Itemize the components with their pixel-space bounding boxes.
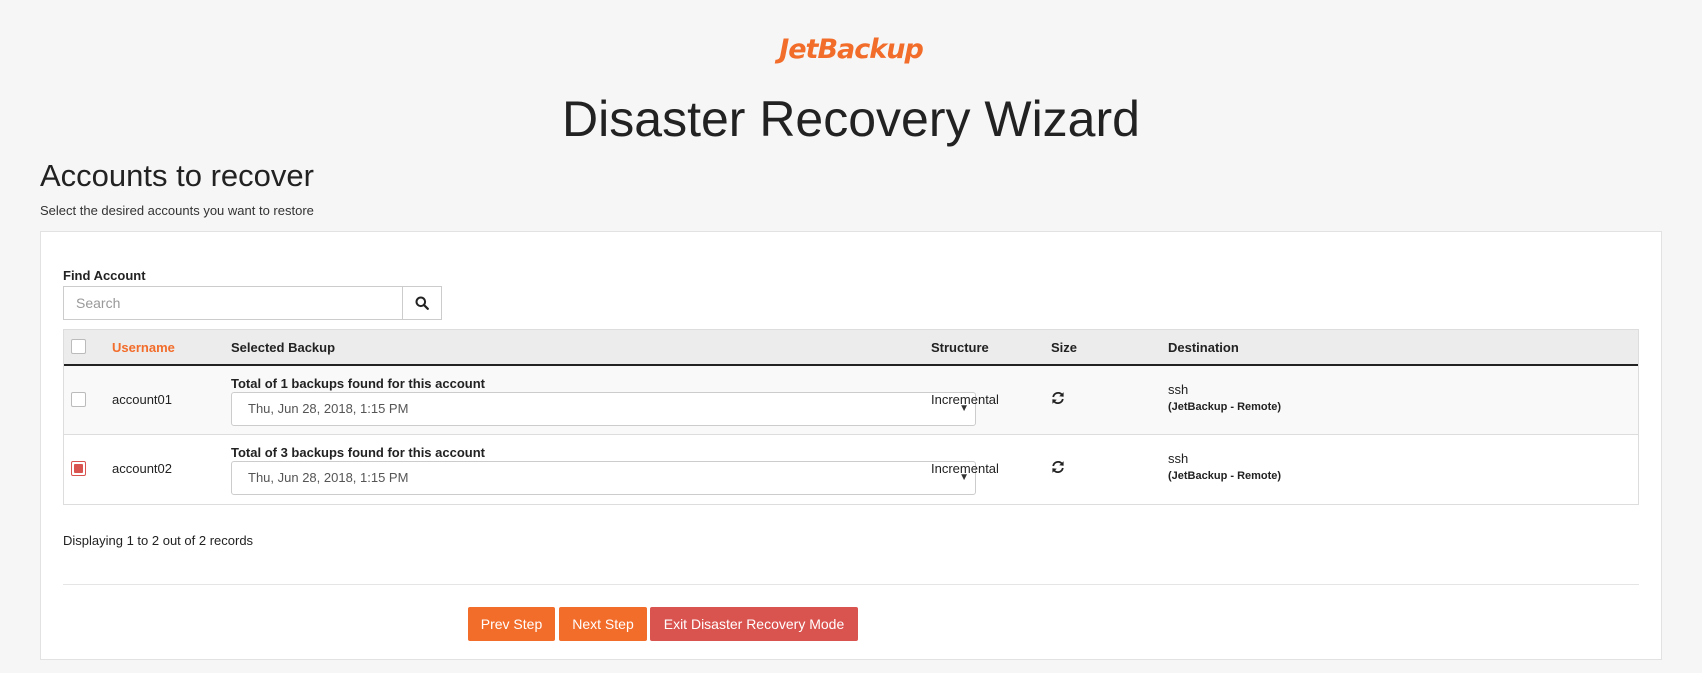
- section-subtitle: Select the desired accounts you want to …: [40, 203, 314, 218]
- search-button[interactable]: [402, 286, 442, 320]
- destination-name: ssh: [1168, 382, 1189, 397]
- jetbackup-logo: JetBackup: [0, 34, 1702, 65]
- prev-step-button[interactable]: Prev Step: [468, 607, 555, 641]
- destination-detail: (JetBackup - Remote): [1168, 470, 1282, 482]
- structure-cell: Incremental: [931, 461, 999, 476]
- select-all-checkbox[interactable]: [71, 339, 86, 354]
- search-input[interactable]: [63, 286, 402, 320]
- backups-found-label: Total of 1 backups found for this accoun…: [231, 376, 485, 391]
- header-destination: Destination: [1168, 340, 1239, 355]
- table-row: account02 Total of 3 backups found for t…: [64, 435, 1638, 504]
- find-account-label: Find Account: [63, 268, 146, 283]
- destination-cell: ssh (JetBackup - Remote): [1168, 451, 1281, 482]
- search-icon: [415, 296, 429, 310]
- exit-disaster-recovery-button[interactable]: Exit Disaster Recovery Mode: [650, 607, 858, 641]
- row-checkbox[interactable]: [71, 461, 86, 476]
- header-username[interactable]: Username: [112, 340, 175, 355]
- section-title: Accounts to recover: [40, 158, 314, 193]
- accounts-table: Username Selected Backup Structure Size …: [63, 329, 1639, 505]
- backup-select[interactable]: Thu, Jun 28, 2018, 1:15 PM ▼: [231, 461, 976, 495]
- row-checkbox[interactable]: [71, 392, 86, 407]
- structure-cell: Incremental: [931, 392, 999, 407]
- refresh-icon[interactable]: [1051, 391, 1065, 408]
- backup-select-value: Thu, Jun 28, 2018, 1:15 PM: [248, 470, 409, 485]
- next-step-button[interactable]: Next Step: [559, 607, 647, 641]
- destination-cell: ssh (JetBackup - Remote): [1168, 382, 1281, 413]
- logo-text: JetBackup: [779, 34, 924, 65]
- header-structure: Structure: [931, 340, 989, 355]
- backups-found-label: Total of 3 backups found for this accoun…: [231, 445, 485, 460]
- page-title: Disaster Recovery Wizard: [562, 91, 1140, 147]
- username-cell: account01: [112, 392, 172, 407]
- records-count: Displaying 1 to 2 out of 2 records: [63, 533, 254, 548]
- backup-select-value: Thu, Jun 28, 2018, 1:15 PM: [248, 401, 409, 416]
- table-row: account01 Total of 1 backups found for t…: [64, 366, 1638, 435]
- divider: [63, 584, 1639, 585]
- header-selected-backup: Selected Backup: [231, 340, 336, 355]
- table-header: Username Selected Backup Structure Size …: [64, 330, 1638, 366]
- username-cell: account02: [112, 461, 172, 476]
- backup-select[interactable]: Thu, Jun 28, 2018, 1:15 PM ▼: [231, 392, 976, 426]
- destination-name: ssh: [1168, 451, 1189, 466]
- header-size: Size: [1051, 340, 1078, 355]
- search-group: [63, 286, 443, 320]
- destination-detail: (JetBackup - Remote): [1168, 401, 1282, 413]
- refresh-icon[interactable]: [1051, 460, 1065, 477]
- accounts-panel: Find Account Username Selected Backup St…: [40, 231, 1662, 660]
